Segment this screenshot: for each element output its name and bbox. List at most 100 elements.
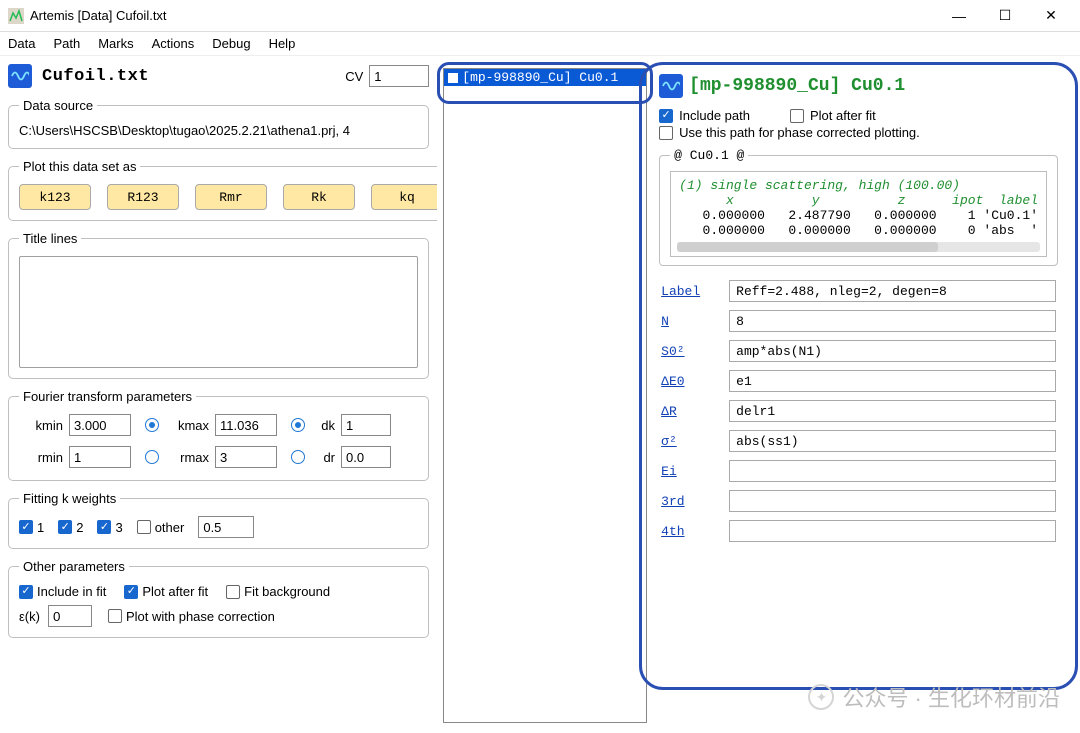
path-item-label: [mp-998890_Cu] Cu0.1: [462, 70, 618, 85]
title-lines-area[interactable]: [19, 256, 418, 368]
ft-group: Fourier transform parameters kmin kmax d…: [8, 389, 429, 481]
menu-data[interactable]: Data: [8, 36, 35, 51]
dr-input[interactable]: [341, 446, 391, 468]
kw2-checkbox[interactable]: [58, 520, 72, 534]
ek-input[interactable]: [48, 605, 92, 627]
param-input-N[interactable]: 8: [729, 310, 1056, 332]
scatter-hscroll[interactable]: [677, 242, 1040, 252]
data-source-legend: Data source: [19, 98, 97, 113]
phase-corr-label: Plot with phase correction: [126, 609, 275, 624]
minimize-button[interactable]: —: [936, 0, 982, 32]
rmax-input[interactable]: [215, 446, 277, 468]
ek-label: ε(k): [19, 609, 40, 624]
plot-after-fit-label: Plot after fit: [142, 584, 208, 599]
kmax-radio[interactable]: [291, 418, 305, 432]
param-label-3rd[interactable]: 3rd: [661, 494, 715, 509]
kmin-radio[interactable]: [145, 418, 159, 432]
scatter-desc: (1) single scattering, high (100.00): [679, 178, 1038, 193]
kw1-checkbox[interactable]: [19, 520, 33, 534]
param-label-Label[interactable]: Label: [661, 284, 715, 299]
window-titlebar: Artemis [Data] Cufoil.txt — ☐ ✕: [0, 0, 1080, 32]
rmin-input[interactable]: [69, 446, 131, 468]
wave-icon-right: [659, 74, 683, 98]
use-phase-checkbox[interactable]: [659, 126, 673, 140]
kw2-label: 2: [76, 520, 83, 535]
plot-after-fit-right-checkbox[interactable]: [790, 109, 804, 123]
scatter-row-1: 0.000000 2.487790 0.000000 1 'Cu0.1': [679, 208, 1038, 223]
plot-after-fit-checkbox[interactable]: [124, 585, 138, 599]
path-title: [mp-998890_Cu] Cu0.1: [689, 76, 905, 96]
rmin-radio[interactable]: [145, 450, 159, 464]
kw3-checkbox[interactable]: [97, 520, 111, 534]
fit-bg-label: Fit background: [244, 584, 330, 599]
maximize-button[interactable]: ☐: [982, 0, 1028, 32]
include-fit-label: Include in fit: [37, 584, 106, 599]
dk-input[interactable]: [341, 414, 391, 436]
plot-btn-rk[interactable]: Rk: [283, 184, 355, 210]
param-input-E0[interactable]: e1: [729, 370, 1056, 392]
param-label-N[interactable]: N: [661, 314, 715, 329]
include-fit-checkbox[interactable]: [19, 585, 33, 599]
kw3-label: 3: [115, 520, 122, 535]
kmax-input[interactable]: [215, 414, 277, 436]
kweights-legend: Fitting k weights: [19, 491, 120, 506]
path-detail-panel: [mp-998890_Cu] Cu0.1 Include path Plot a…: [641, 56, 1080, 733]
kw-other-checkbox[interactable]: [137, 520, 151, 534]
kw-other-label: other: [155, 520, 185, 535]
wave-icon: [8, 64, 32, 88]
scatter-header: x y z ipot label: [679, 193, 1038, 208]
kmax-label: kmax: [165, 418, 215, 433]
window-title: Artemis [Data] Cufoil.txt: [30, 8, 167, 23]
fit-bg-checkbox[interactable]: [226, 585, 240, 599]
menu-marks[interactable]: Marks: [98, 36, 133, 51]
plot-as-group: Plot this data set as k123 R123 Rmr Rk k…: [8, 159, 437, 221]
data-panel: Cufoil.txt CV Data source C:\Users\HSCSB…: [0, 56, 437, 733]
param-input-Ei[interactable]: [729, 460, 1056, 482]
param-input-3rd[interactable]: [729, 490, 1056, 512]
param-input-4th[interactable]: [729, 520, 1056, 542]
path-list-item[interactable]: [mp-998890_Cu] Cu0.1: [444, 69, 646, 86]
menu-actions[interactable]: Actions: [152, 36, 195, 51]
param-label-sigma2[interactable]: σ²: [661, 434, 715, 449]
plot-btn-k123[interactable]: k123: [19, 184, 91, 210]
include-path-checkbox[interactable]: [659, 109, 673, 123]
kw1-label: 1: [37, 520, 44, 535]
path-list[interactable]: [mp-998890_Cu] Cu0.1: [443, 68, 647, 723]
kw-other-input[interactable]: [198, 516, 254, 538]
app-icon: [8, 8, 24, 24]
rmin-label: rmin: [19, 450, 69, 465]
plot-after-fit-right-label: Plot after fit: [810, 108, 876, 123]
close-button[interactable]: ✕: [1028, 0, 1074, 32]
wechat-icon: ✦: [808, 684, 834, 710]
param-label-E0[interactable]: ΔE0: [661, 374, 715, 389]
plot-btn-rmr[interactable]: Rmr: [195, 184, 267, 210]
cv-label: CV: [345, 69, 363, 84]
param-input-sigma2[interactable]: abs(ss1): [729, 430, 1056, 452]
menu-path[interactable]: Path: [53, 36, 80, 51]
ft-legend: Fourier transform parameters: [19, 389, 196, 404]
scatter-legend: @ Cu0.1 @: [670, 148, 748, 163]
param-label-4th[interactable]: 4th: [661, 524, 715, 539]
menu-debug[interactable]: Debug: [212, 36, 250, 51]
scatter-group: @ Cu0.1 @ (1) single scattering, high (1…: [659, 148, 1058, 266]
param-input-dR[interactable]: delr1: [729, 400, 1056, 422]
param-input-S02[interactable]: amp*abs(N1): [729, 340, 1056, 362]
data-source-path: C:\Users\HSCSB\Desktop\tugao\2025.2.21\a…: [19, 123, 418, 138]
param-label-Ei[interactable]: Ei: [661, 464, 715, 479]
path-item-checkbox[interactable]: [448, 73, 458, 83]
kmin-label: kmin: [19, 418, 69, 433]
param-input-Label[interactable]: Reff=2.488, nleg=2, degen=8: [729, 280, 1056, 302]
menu-help[interactable]: Help: [269, 36, 296, 51]
path-list-panel: [mp-998890_Cu] Cu0.1: [437, 56, 641, 733]
kmin-input[interactable]: [69, 414, 131, 436]
plot-btn-kq[interactable]: kq: [371, 184, 437, 210]
scatter-textbox[interactable]: (1) single scattering, high (100.00) x y…: [670, 171, 1047, 257]
plot-btn-r123[interactable]: R123: [107, 184, 179, 210]
param-label-S02[interactable]: S0²: [661, 344, 715, 359]
title-lines-group: Title lines: [8, 231, 429, 379]
cv-input[interactable]: [369, 65, 429, 87]
plot-as-legend: Plot this data set as: [19, 159, 140, 174]
rmax-radio[interactable]: [291, 450, 305, 464]
phase-corr-checkbox[interactable]: [108, 609, 122, 623]
param-label-dR[interactable]: ΔR: [661, 404, 715, 419]
